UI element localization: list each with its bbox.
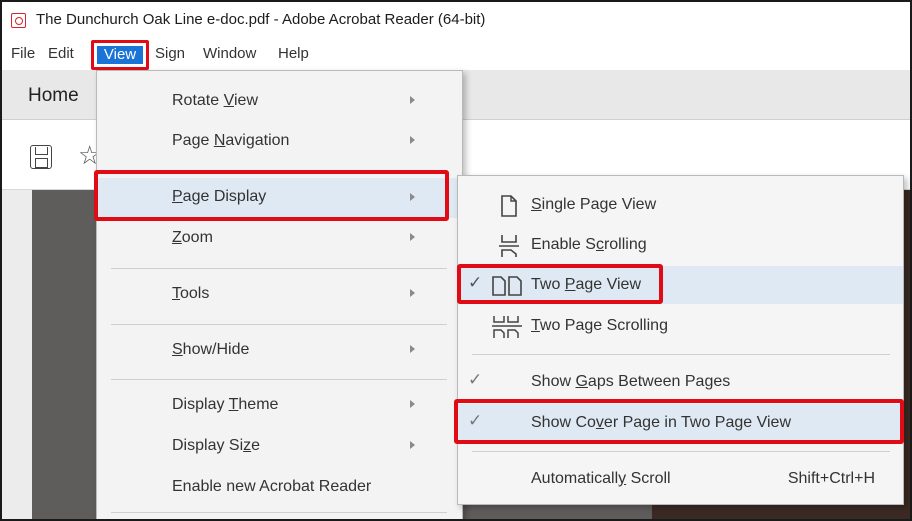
automatically-scroll-label: Automatically Scroll	[531, 470, 671, 487]
two-page-view-highlight-box	[457, 264, 663, 304]
submenu-arrow-icon	[410, 233, 415, 241]
show-cover-page-highlight-box	[454, 399, 904, 444]
menu-separator	[472, 354, 890, 355]
show-gaps-label: Show Gaps Between Pages	[531, 373, 731, 390]
submenu-arrow-icon	[410, 345, 415, 353]
submenu-arrow-icon	[410, 400, 415, 408]
tab-home[interactable]: Home	[28, 85, 79, 107]
menu-item-display-size[interactable]: Display Size	[97, 428, 462, 466]
scrolling-icon	[499, 235, 519, 257]
tools-label: Tools	[172, 285, 210, 302]
enable-scrolling-label: Enable Scrolling	[531, 236, 647, 253]
display-theme-label: Display Theme	[172, 396, 279, 413]
page-display-highlight-box	[94, 170, 449, 221]
window-title: The Dunchurch Oak Line e-doc.pdf - Adobe…	[36, 11, 486, 28]
menu-edit[interactable]: Edit	[48, 45, 74, 62]
menu-item-two-page-scrolling[interactable]: Two Page Scrolling	[458, 307, 903, 345]
menu-item-enable-scrolling[interactable]: Enable Scrolling	[458, 226, 903, 264]
menu-help[interactable]: Help	[278, 45, 309, 62]
submenu-arrow-icon	[410, 289, 415, 297]
menu-separator	[472, 451, 890, 452]
menu-separator	[111, 268, 447, 269]
menu-item-automatically-scroll[interactable]: Automatically Scroll Shift+Ctrl+H	[458, 460, 903, 498]
enable-new-acrobat-label: Enable new Acrobat Reader	[172, 478, 372, 495]
menu-item-single-page-view[interactable]: Single Page View	[458, 186, 903, 224]
menu-item-tools[interactable]: Tools	[97, 276, 462, 314]
menu-window[interactable]: Window	[203, 45, 256, 62]
rotate-view-label: Rotate View	[172, 92, 258, 109]
display-size-label: Display Size	[172, 437, 261, 454]
check-icon: ✓	[468, 370, 483, 389]
menu-view-highlight-box: View	[91, 40, 149, 70]
menu-separator	[111, 512, 447, 513]
menu-separator	[111, 324, 447, 325]
single-page-icon	[501, 195, 517, 217]
two-page-scrolling-label: Two Page Scrolling	[531, 317, 668, 334]
menu-item-show-hide[interactable]: Show/Hide	[97, 332, 462, 370]
save-icon[interactable]	[30, 145, 52, 169]
menu-item-zoom[interactable]: Zoom	[97, 220, 462, 258]
submenu-arrow-icon	[410, 96, 415, 104]
zoom-label: Zoom	[172, 229, 213, 246]
single-page-view-label: Single Page View	[531, 196, 657, 213]
menu-view[interactable]: View	[97, 46, 143, 64]
menu-item-enable-new-acrobat[interactable]: Enable new Acrobat Reader	[97, 469, 462, 507]
acrobat-window: The Dunchurch Oak Line e-doc.pdf - Adobe…	[0, 0, 912, 521]
menu-separator	[111, 379, 447, 380]
menu-sign[interactable]: Sign	[155, 45, 185, 62]
menu-file[interactable]: File	[11, 45, 35, 62]
two-page-scrolling-icon	[492, 316, 522, 338]
title-bar: The Dunchurch Oak Line e-doc.pdf - Adobe…	[2, 2, 910, 38]
page-display-submenu: Single Page View Enable Scrolling ✓ Two …	[457, 175, 904, 505]
submenu-arrow-icon	[410, 136, 415, 144]
automatically-scroll-shortcut: Shift+Ctrl+H	[787, 470, 875, 487]
menu-item-rotate-view[interactable]: Rotate View	[97, 83, 462, 121]
show-hide-label: Show/Hide	[172, 341, 250, 358]
submenu-arrow-icon	[410, 441, 415, 449]
view-menu: Rotate View Page Navigation Page Display…	[96, 70, 463, 519]
acrobat-app-icon	[11, 13, 26, 28]
menu-item-display-theme[interactable]: Display Theme	[97, 387, 462, 425]
menu-item-show-gaps[interactable]: ✓ Show Gaps Between Pages	[458, 363, 903, 401]
menu-item-page-navigation[interactable]: Page Navigation	[97, 123, 462, 161]
left-panel	[2, 190, 32, 519]
page-navigation-label: Page Navigation	[172, 132, 290, 149]
menu-bar: File Edit View Sign Window Help	[2, 38, 910, 70]
